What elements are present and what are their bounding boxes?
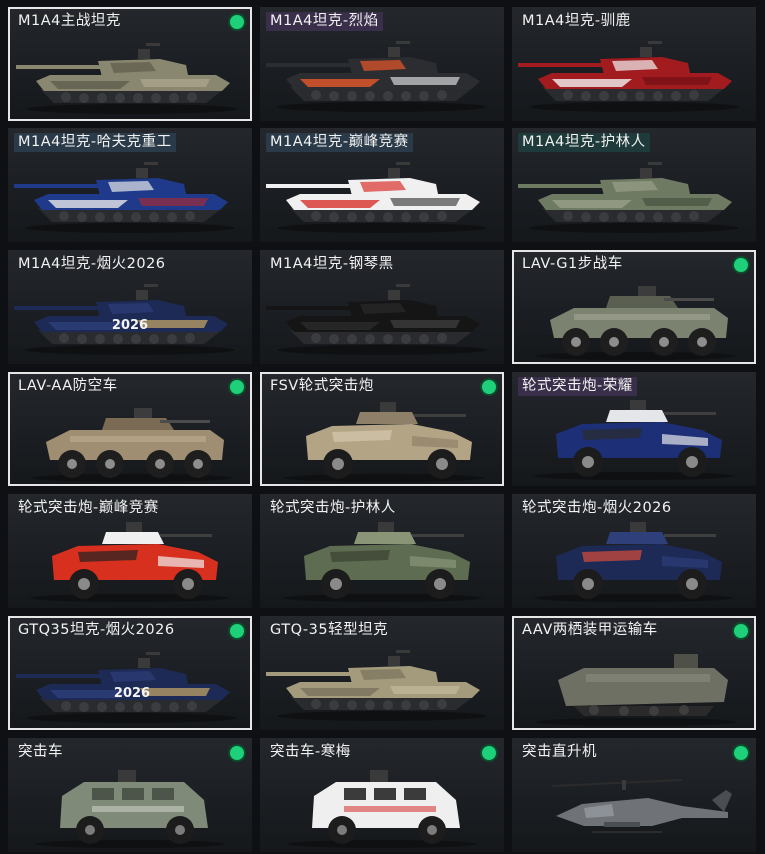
vehicle-card[interactable]: M1A4坦克-护林人 (512, 128, 756, 242)
owned-check-icon (734, 746, 748, 760)
vehicle-card[interactable]: M1A4坦克-巅峰竞赛 (260, 128, 504, 242)
owned-check-icon (734, 624, 748, 638)
vehicle-card[interactable]: 2026 GTQ35坦克-烟火2026 (8, 616, 252, 730)
owned-check-icon (482, 746, 496, 760)
vehicle-name: M1A4坦克-护林人 (518, 133, 650, 152)
vehicle-image (534, 522, 734, 602)
vehicle-image (287, 770, 477, 848)
vehicle-card[interactable]: M1A4坦克-烈焰 (260, 7, 504, 121)
vehicle-name: GTQ35坦克-烟火2026 (18, 622, 175, 638)
vehicle-name: LAV-G1步战车 (522, 256, 623, 272)
vehicle-name: AAV两栖装甲运输车 (522, 622, 658, 638)
owned-check-icon (230, 15, 244, 29)
badge-2026: 2026 (114, 686, 150, 701)
vehicle-card[interactable]: M1A4主战坦克 (8, 7, 252, 121)
vehicle-image (282, 522, 482, 602)
vehicle-name: M1A4坦克-钢琴黑 (270, 256, 394, 272)
owned-check-icon (482, 380, 496, 394)
vehicle-name: M1A4坦克-烟火2026 (18, 256, 166, 272)
vehicle-image (16, 43, 237, 114)
vehicle-name: M1A4坦克-驯鹿 (522, 13, 631, 29)
vehicle-card[interactable]: 轮式突击炮-荣耀 (512, 372, 756, 486)
owned-check-icon (230, 380, 244, 394)
vehicle-name: M1A4主战坦克 (18, 13, 121, 29)
vehicle-image (32, 408, 232, 482)
badge-2026: 2026 (112, 318, 148, 333)
owned-check-icon (230, 624, 244, 638)
vehicle-name: 轮式突击炮-护林人 (270, 500, 396, 516)
vehicle-image (551, 779, 732, 833)
vehicle-image: 2026 (14, 284, 235, 355)
vehicle-card[interactable]: 轮式突击炮-烟火2026 (512, 494, 756, 608)
vehicle-name: 突击车-寒梅 (270, 744, 351, 760)
vehicle-name: GTQ-35轻型坦克 (270, 622, 389, 638)
vehicle-card[interactable]: 突击车-寒梅 (260, 738, 504, 852)
vehicle-card[interactable]: 突击车 (8, 738, 252, 852)
vehicle-image (518, 41, 739, 112)
vehicle-image (536, 654, 736, 726)
vehicle-image (284, 402, 484, 482)
vehicle-image (266, 284, 487, 355)
vehicle-name: FSV轮式突击炮 (270, 378, 374, 394)
vehicle-name: 轮式突击炮-荣耀 (518, 377, 637, 396)
vehicle-card[interactable]: M1A4坦克-哈夫克重工 (8, 128, 252, 242)
vehicle-card[interactable]: FSV轮式突击炮 (260, 372, 504, 486)
owned-check-icon (734, 258, 748, 272)
vehicle-card[interactable]: 轮式突击炮-护林人 (260, 494, 504, 608)
vehicle-grid: M1A4主战坦克 M1A4坦克-烈焰 M1A4坦克-驯鹿 M1A4坦克-哈夫克重… (0, 0, 765, 854)
vehicle-image (14, 162, 235, 233)
vehicle-image (266, 650, 487, 721)
vehicle-image (30, 522, 230, 602)
vehicle-card[interactable]: 轮式突击炮-巅峰竞赛 (8, 494, 252, 608)
vehicle-name: 轮式突击炮-巅峰竞赛 (18, 500, 159, 516)
vehicle-card[interactable]: GTQ-35轻型坦克 (260, 616, 504, 730)
vehicle-name: M1A4坦克-哈夫克重工 (14, 133, 176, 152)
vehicle-card[interactable]: LAV-AA防空车 (8, 372, 252, 486)
vehicle-image (35, 770, 225, 848)
vehicle-image (266, 162, 487, 233)
vehicle-name: 轮式突击炮-烟火2026 (522, 500, 672, 516)
vehicle-image (266, 41, 487, 112)
vehicle-name: M1A4坦克-巅峰竞赛 (266, 133, 413, 152)
vehicle-name: M1A4坦克-烈焰 (266, 12, 383, 31)
owned-check-icon (230, 746, 244, 760)
vehicle-card[interactable]: 突击直升机 (512, 738, 756, 852)
vehicle-card[interactable]: M1A4坦克-驯鹿 (512, 7, 756, 121)
vehicle-card[interactable]: AAV两栖装甲运输车 (512, 616, 756, 730)
vehicle-card[interactable]: 2026 M1A4坦克-烟火2026 (8, 250, 252, 364)
vehicle-image: 2026 (16, 652, 237, 723)
vehicle-name: 突击车 (18, 744, 63, 760)
vehicle-card[interactable]: LAV-G1步战车 (512, 250, 756, 364)
vehicle-image (534, 400, 734, 480)
vehicle-name: LAV-AA防空车 (18, 378, 118, 394)
vehicle-image (518, 162, 739, 233)
vehicle-image (536, 286, 736, 360)
vehicle-card[interactable]: M1A4坦克-钢琴黑 (260, 250, 504, 364)
vehicle-name: 突击直升机 (522, 744, 597, 760)
